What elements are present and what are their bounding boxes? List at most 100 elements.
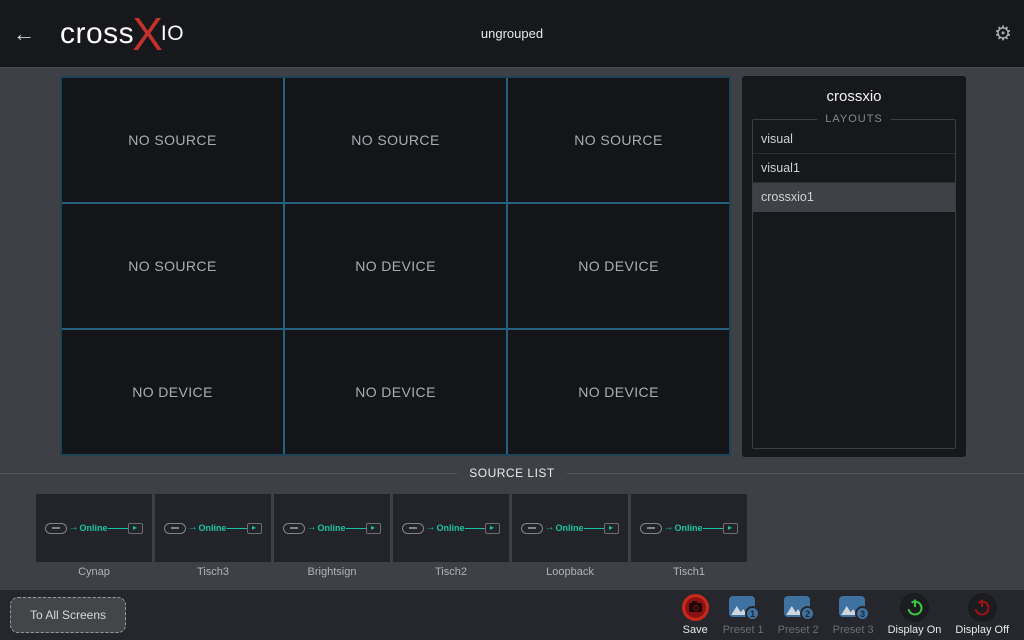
device-icon — [402, 523, 424, 534]
wall-tile[interactable]: NO SOURCE — [508, 78, 729, 202]
source-thumbnail: → Online ▸ — [36, 494, 152, 562]
online-status-graphic: → Online ▸ — [402, 523, 499, 534]
preset-1-label: Preset 1 — [723, 624, 764, 636]
tile-status-label: NO DEVICE — [355, 258, 436, 274]
wire-line — [108, 528, 128, 529]
preset-image-icon: 2 — [784, 596, 812, 618]
to-all-screens-button[interactable]: To All Screens — [10, 597, 126, 633]
tile-status-label: NO SOURCE — [351, 132, 439, 148]
play-icon: ▸ — [366, 523, 381, 534]
preset-3-button[interactable]: 3 Preset 3 — [826, 593, 881, 636]
tile-status-label: NO DEVICE — [578, 384, 659, 400]
preset-3-label: Preset 3 — [833, 624, 874, 636]
back-button[interactable]: ← — [0, 21, 48, 47]
layout-item-visual[interactable]: visual — [753, 125, 955, 154]
wall-tile[interactable]: NO DEVICE — [285, 330, 506, 454]
top-bar: ← cross X io ungrouped ⚙ — [0, 0, 1024, 67]
source-list-header: SOURCE LIST — [0, 463, 1024, 483]
play-icon: ▸ — [485, 523, 500, 534]
arrow-right-icon: → — [187, 523, 197, 533]
preset-1-button[interactable]: 1 Preset 1 — [716, 593, 771, 636]
online-label: Online — [79, 523, 107, 533]
gear-icon: ⚙ — [994, 21, 1012, 46]
legend-line-right — [567, 473, 1024, 474]
arrow-right-icon: → — [425, 523, 435, 533]
wall-tile[interactable]: NO SOURCE — [285, 78, 506, 202]
source-thumbnail: → Online ▸ — [512, 494, 628, 562]
panel-title: crossxio — [752, 88, 956, 105]
source-card-tisch2[interactable]: → Online ▸ Tisch2 — [393, 494, 509, 578]
tile-status-label: NO SOURCE — [574, 132, 662, 148]
preset-number-badge: 1 — [745, 606, 760, 621]
wall-tile[interactable]: NO SOURCE — [62, 204, 283, 328]
source-name: Tisch2 — [393, 566, 509, 578]
wall-tile[interactable]: NO DEVICE — [508, 204, 729, 328]
source-card-cynap[interactable]: → Online ▸ Cynap — [36, 494, 152, 578]
preset-2-button[interactable]: 2 Preset 2 — [771, 593, 826, 636]
source-thumbnail: → Online ▸ — [155, 494, 271, 562]
online-status-graphic: → Online ▸ — [640, 523, 737, 534]
display-off-label: Display Off — [955, 624, 1009, 636]
wire-line — [703, 528, 723, 529]
tile-status-label: NO DEVICE — [132, 384, 213, 400]
source-name: Cynap — [36, 566, 152, 578]
wire-line — [584, 528, 604, 529]
wall-tile[interactable]: NO DEVICE — [62, 330, 283, 454]
logo-text-pre: cross — [60, 17, 134, 51]
layouts-fieldset: LAYOUTS visual visual1 crossxio1 — [752, 113, 956, 449]
arrow-right-icon: → — [306, 523, 316, 533]
preset-2-label: Preset 2 — [778, 624, 819, 636]
wall-tile[interactable]: NO SOURCE — [62, 78, 283, 202]
source-thumbnail: → Online ▸ — [393, 494, 509, 562]
online-label: Online — [436, 523, 464, 533]
source-card-brightsign[interactable]: → Online ▸ Brightsign — [274, 494, 390, 578]
legend-line-left — [0, 473, 457, 474]
arrow-right-icon: → — [68, 523, 78, 533]
online-label: Online — [555, 523, 583, 533]
source-list: → Online ▸ Cynap → Online ▸ Tisch3 → Onl — [36, 494, 747, 578]
tile-status-label: NO SOURCE — [128, 132, 216, 148]
online-status-graphic: → Online ▸ — [164, 523, 261, 534]
wall-tile[interactable]: NO DEVICE — [285, 204, 506, 328]
device-icon — [640, 523, 662, 534]
tile-status-label: NO DEVICE — [355, 384, 436, 400]
layout-item-visual1[interactable]: visual1 — [753, 154, 955, 183]
play-icon: ▸ — [723, 523, 738, 534]
save-camera-icon — [682, 594, 709, 621]
display-on-label: Display On — [888, 624, 942, 636]
source-card-tisch3[interactable]: → Online ▸ Tisch3 — [155, 494, 271, 578]
online-status-graphic: → Online ▸ — [45, 523, 142, 534]
layout-item-crossxio1-selected[interactable]: crossxio1 — [753, 183, 955, 212]
preset-image-icon: 1 — [729, 596, 757, 618]
online-label: Online — [674, 523, 702, 533]
display-off-button[interactable]: Display Off — [948, 593, 1016, 636]
source-card-loopback[interactable]: → Online ▸ Loopback — [512, 494, 628, 578]
source-name: Tisch3 — [155, 566, 271, 578]
play-icon: ▸ — [604, 523, 619, 534]
online-status-graphic: → Online ▸ — [521, 523, 618, 534]
device-icon — [164, 523, 186, 534]
online-label: Online — [198, 523, 226, 533]
save-label: Save — [683, 624, 708, 636]
layouts-panel: crossxio LAYOUTS visual visual1 crossxio… — [742, 76, 966, 457]
power-on-icon — [900, 593, 929, 622]
display-on-button[interactable]: Display On — [881, 593, 949, 636]
source-card-tisch1[interactable]: → Online ▸ Tisch1 — [631, 494, 747, 578]
tile-status-label: NO DEVICE — [578, 258, 659, 274]
settings-button[interactable]: ⚙ — [994, 0, 1012, 67]
logo-text-post: io — [161, 22, 184, 46]
device-icon — [45, 523, 67, 534]
video-wall-grid: NO SOURCE NO SOURCE NO SOURCE NO SOURCE … — [60, 76, 731, 456]
action-buttons: Save 1 Preset 1 2 Preset 2 — [675, 593, 1016, 636]
preset-image-icon: 3 — [839, 596, 867, 618]
arrow-right-icon: → — [544, 523, 554, 533]
power-off-icon — [968, 593, 997, 622]
save-button[interactable]: Save — [675, 593, 716, 636]
preset-number-badge: 3 — [855, 606, 870, 621]
logo-x-icon: X — [132, 14, 163, 54]
source-thumbnail: → Online ▸ — [274, 494, 390, 562]
wire-line — [346, 528, 366, 529]
wire-line — [465, 528, 485, 529]
source-name: Loopback — [512, 566, 628, 578]
wall-tile[interactable]: NO DEVICE — [508, 330, 729, 454]
